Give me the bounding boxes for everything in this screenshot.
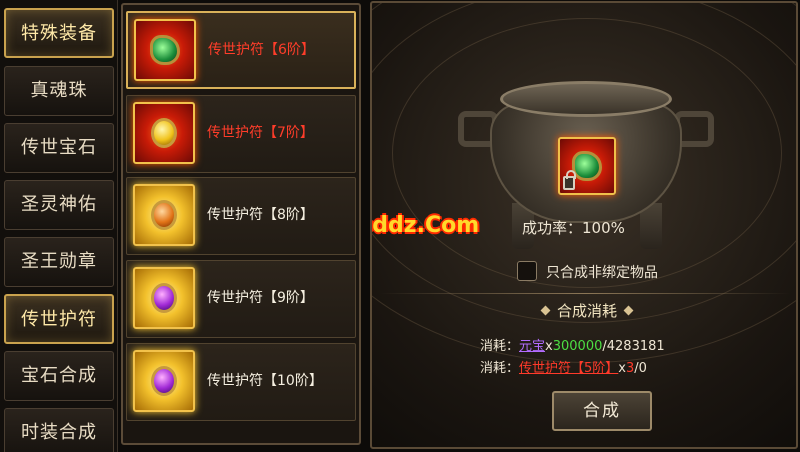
list-item[interactable]: 传世护符【9阶】 [126, 260, 356, 338]
green-jade-amulet-icon [134, 19, 196, 81]
cost-need: 300000 [552, 339, 603, 354]
category-fashion-synthesis[interactable]: 时装合成 [4, 408, 114, 452]
synthesize-button[interactable]: 合成 [552, 391, 652, 431]
item-label: 传世护符【8阶】 [207, 207, 314, 223]
item-label: 传世护符【9阶】 [207, 290, 314, 306]
cost-title: 合成消耗 [522, 300, 652, 321]
cost-x: x [545, 339, 553, 354]
success-rate: 成功率：100% [522, 217, 662, 238]
cauldron-rim [500, 81, 672, 117]
cost-have: /4283181 [602, 339, 665, 354]
cost-item-amulet[interactable]: 传世护符【5阶】 [519, 361, 618, 376]
watermark-text: Wcddz.Com [372, 213, 480, 238]
unbound-only-label: 只合成非绑定物品 [546, 265, 658, 281]
item-label: 传世护符【7阶】 [207, 125, 314, 141]
category-special-equipment[interactable]: 特殊装备 [4, 8, 114, 58]
list-item[interactable]: 传世护符【8阶】 [126, 177, 356, 255]
diamond-icon [540, 305, 551, 316]
category-legend-amulet[interactable]: 传世护符 [4, 294, 114, 344]
lock-icon [563, 170, 576, 190]
purple-gem-amulet-icon [133, 267, 195, 329]
list-item[interactable]: 传世护符【10阶】 [126, 343, 356, 421]
cost-have: /0 [634, 361, 647, 376]
synthesis-panel: Wcddz.Com 成功率：100% 只合成非绑定物品 合成消耗 消耗：元宝x3… [370, 1, 798, 449]
category-legend-gem[interactable]: 传世宝石 [4, 123, 114, 173]
category-holy-spirit[interactable]: 圣灵神佑 [4, 180, 114, 230]
orange-gem-amulet-icon [133, 184, 195, 246]
cost-prefix: 消耗： [480, 339, 520, 354]
category-holy-king-medal[interactable]: 圣王勋章 [4, 237, 114, 287]
unbound-only-checkbox[interactable] [517, 261, 537, 281]
category-true-soul-orb[interactable]: 真魂珠 [4, 66, 114, 116]
cost-line-ingot: 消耗：元宝x300000/4283181 [480, 335, 665, 354]
item-label: 传世护符【10阶】 [207, 373, 323, 389]
purple-gem-amulet-icon [133, 350, 195, 412]
list-item[interactable]: 传世护符【7阶】 [126, 95, 356, 173]
success-rate-label: 成功率： [522, 219, 583, 237]
cost-item-ingot[interactable]: 元宝 [519, 339, 545, 354]
success-rate-value: 100% [582, 219, 625, 237]
divider [380, 293, 790, 294]
list-item[interactable]: 传世护符【6阶】 [126, 11, 356, 89]
diamond-icon [623, 305, 634, 316]
category-sidebar: 特殊装备 真魂珠 传世宝石 圣灵神佑 圣王勋章 传世护符 宝石合成 时装合成 [0, 0, 118, 452]
cost-line-amulet: 消耗：传世护符【5阶】x3/0 [480, 357, 647, 376]
category-gem-synthesis[interactable]: 宝石合成 [4, 351, 114, 401]
cost-title-text: 合成消耗 [556, 302, 617, 320]
cost-x: x [618, 361, 626, 376]
green-jade-amulet-icon [572, 151, 602, 181]
item-label: 传世护符【6阶】 [208, 42, 315, 58]
synthesis-target-slot[interactable] [558, 137, 616, 195]
cost-prefix: 消耗： [480, 361, 520, 376]
item-list: 传世护符【6阶】 传世护符【7阶】 传世护符【8阶】 传世护符【9阶】 传世护符… [121, 3, 361, 445]
yellow-gem-amulet-icon [133, 102, 195, 164]
